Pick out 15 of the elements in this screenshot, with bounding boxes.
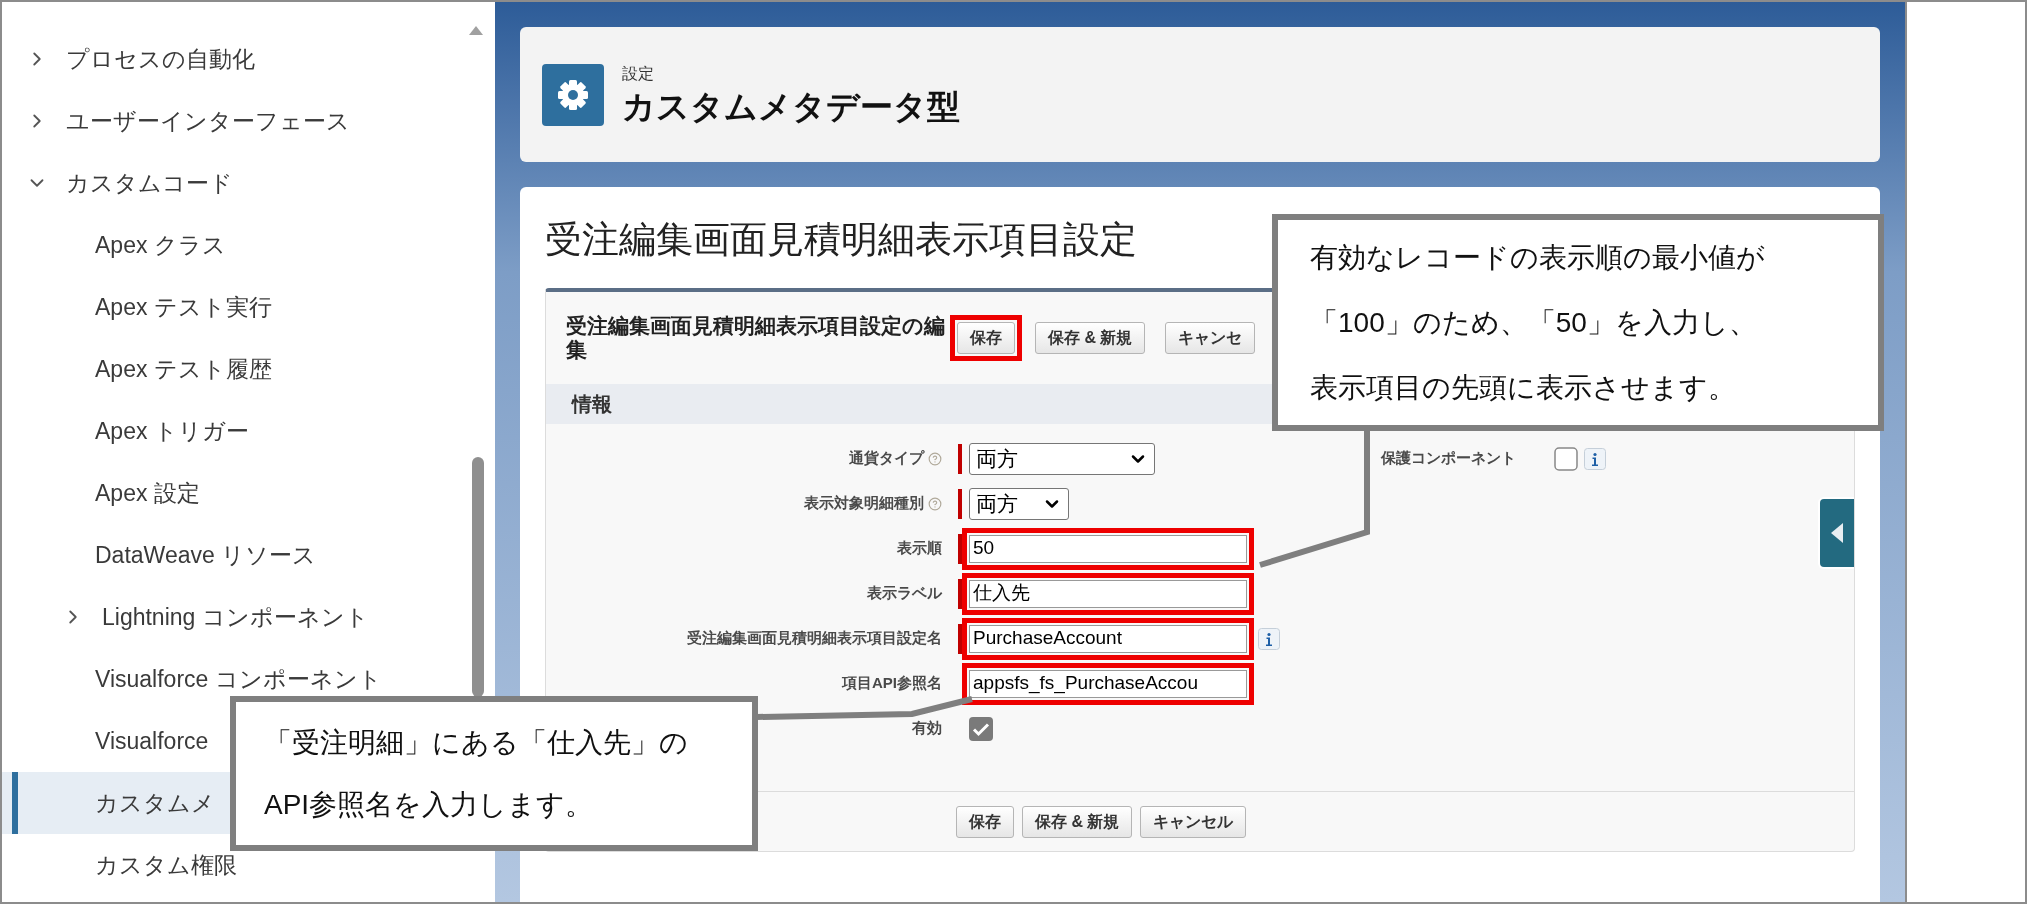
field-label: 通貨タイプ (849, 448, 924, 469)
page-header-title: カスタムメタデータ型 (622, 86, 960, 127)
field-label: 項目API参照名 (842, 673, 942, 694)
callout-line: 有効なレコードの表示順の最小値が (1310, 241, 1766, 275)
field-label: 保護コンポーネント (1381, 448, 1516, 469)
field-label: 表示ラベル (867, 583, 942, 604)
field-label: 受注編集画面見積明細表示項目設定名 (687, 628, 942, 649)
callout-line: 「100」のため、「50」を入力し、 (1310, 306, 1758, 340)
page-title: 受注編集画面見積明細表示項目設定 (545, 218, 1137, 262)
field-label: 表示対象明細種別 (804, 493, 924, 514)
field-label: 表示順 (897, 538, 942, 559)
callout-line: API参照名を入力します。 (264, 787, 595, 822)
edit-title: 受注編集画面見積明細表示項目設定の編集 (566, 314, 946, 362)
field-label: 有効 (912, 718, 942, 739)
callout-line: 「受注明細」にある「仕入先」の (264, 725, 689, 760)
